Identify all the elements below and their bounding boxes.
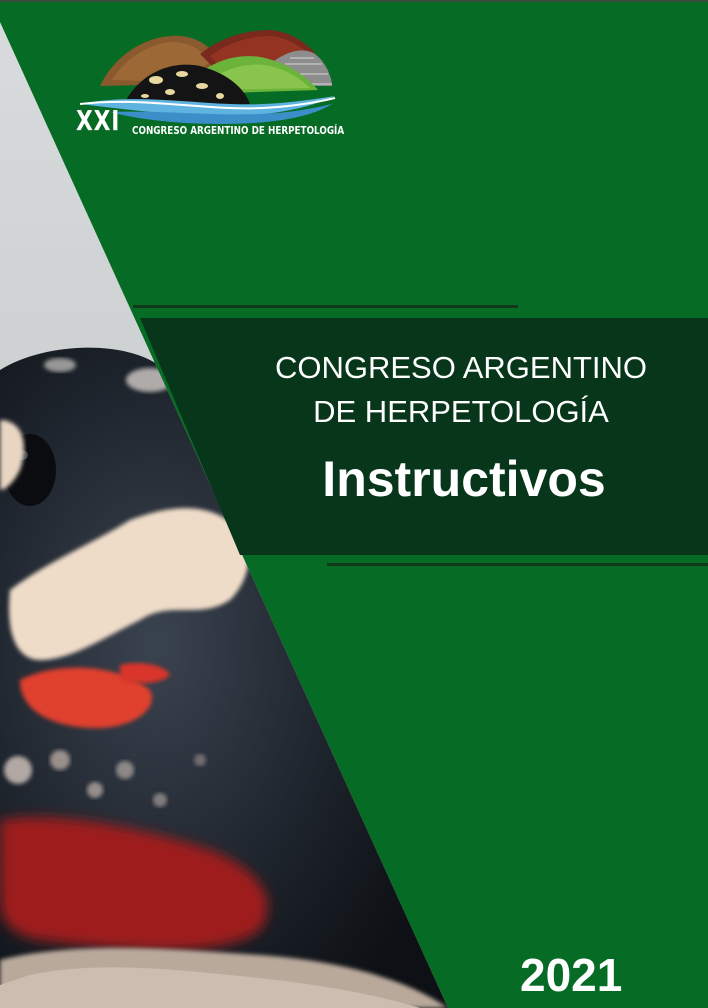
- cover-page: XXI CONGRESO ARGENTINO DE HERPETOLOGÍA C…: [0, 0, 708, 1008]
- title-line-2: DE HERPETOLOGÍA: [313, 394, 609, 429]
- top-border: [0, 0, 708, 2]
- logo-subtitle: CONGRESO ARGENTINO DE HERPETOLOGÍA: [132, 124, 345, 137]
- top-divider: [133, 305, 518, 308]
- main-title: Instructivos: [322, 451, 606, 507]
- title-line-1: CONGRESO ARGENTINO: [274, 350, 648, 385]
- year-label: 2021: [520, 949, 623, 1001]
- bottom-divider: [327, 563, 708, 566]
- logo-numeral: XXI: [76, 104, 121, 137]
